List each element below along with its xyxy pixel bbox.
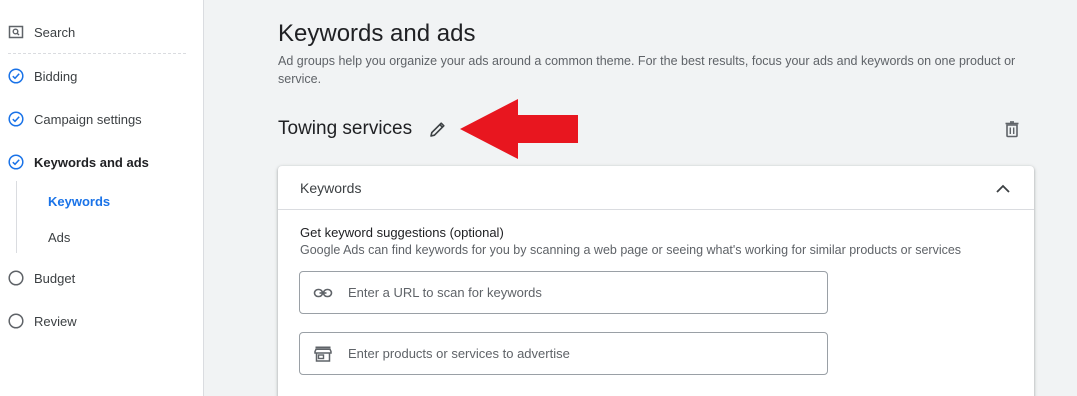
url-field[interactable]	[299, 271, 828, 314]
empty-circle-icon	[8, 270, 24, 286]
pencil-icon[interactable]	[428, 119, 448, 139]
store-icon	[312, 343, 334, 365]
sidebar-item-review[interactable]: Review	[8, 311, 77, 331]
products-field[interactable]	[299, 332, 828, 375]
sidebar-item-label: Keywords and ads	[34, 154, 149, 170]
sidebar-item-bidding[interactable]: Bidding	[8, 66, 77, 86]
sidebar-item-label: Review	[34, 313, 77, 329]
check-circle-icon	[8, 111, 24, 127]
sidebar-search[interactable]: Search	[8, 22, 75, 42]
sidebar-subitem-keywords[interactable]: Keywords	[48, 194, 110, 210]
suggestions-description: Google Ads can find keywords for you by …	[300, 243, 962, 257]
sidebar-subitem-ads[interactable]: Ads	[48, 230, 70, 246]
products-input[interactable]	[348, 346, 788, 361]
sidebar-search-label: Search	[34, 24, 76, 40]
url-input[interactable]	[348, 285, 788, 300]
ad-group-name: Towing services	[278, 118, 413, 139]
empty-circle-icon	[8, 313, 24, 329]
sidebar-item-budget[interactable]: Budget	[8, 268, 75, 288]
link-icon	[312, 282, 334, 304]
sidebar-item-label: Budget	[34, 270, 76, 286]
sidebar-subnav-line	[16, 181, 17, 253]
page-title: Keywords and ads	[278, 20, 476, 47]
keywords-card: Keywords Get keyword suggestions (option…	[278, 166, 1034, 396]
sidebar-item-keywords-and-ads[interactable]: Keywords and ads	[8, 152, 149, 172]
sidebar-divider	[8, 53, 186, 54]
sidebar-item-label: Bidding	[34, 68, 78, 84]
keywords-card-title: Keywords	[300, 180, 362, 196]
sidebar-item-campaign-settings[interactable]: Campaign settings	[8, 109, 142, 129]
sidebar: Search Bidding Campaign settings Keyword…	[0, 0, 204, 396]
annotation-arrow	[460, 99, 578, 159]
check-circle-icon	[8, 154, 24, 170]
trash-icon[interactable]	[1002, 119, 1022, 139]
suggestions-title: Get keyword suggestions (optional)	[300, 225, 504, 240]
check-circle-icon	[8, 68, 24, 84]
keywords-card-header[interactable]: Keywords	[278, 166, 1034, 210]
chevron-up-icon[interactable]	[992, 178, 1014, 200]
search-icon	[8, 24, 24, 40]
page-description: Ad groups help you organize your ads aro…	[278, 54, 1016, 86]
sidebar-item-label: Campaign settings	[34, 111, 142, 127]
